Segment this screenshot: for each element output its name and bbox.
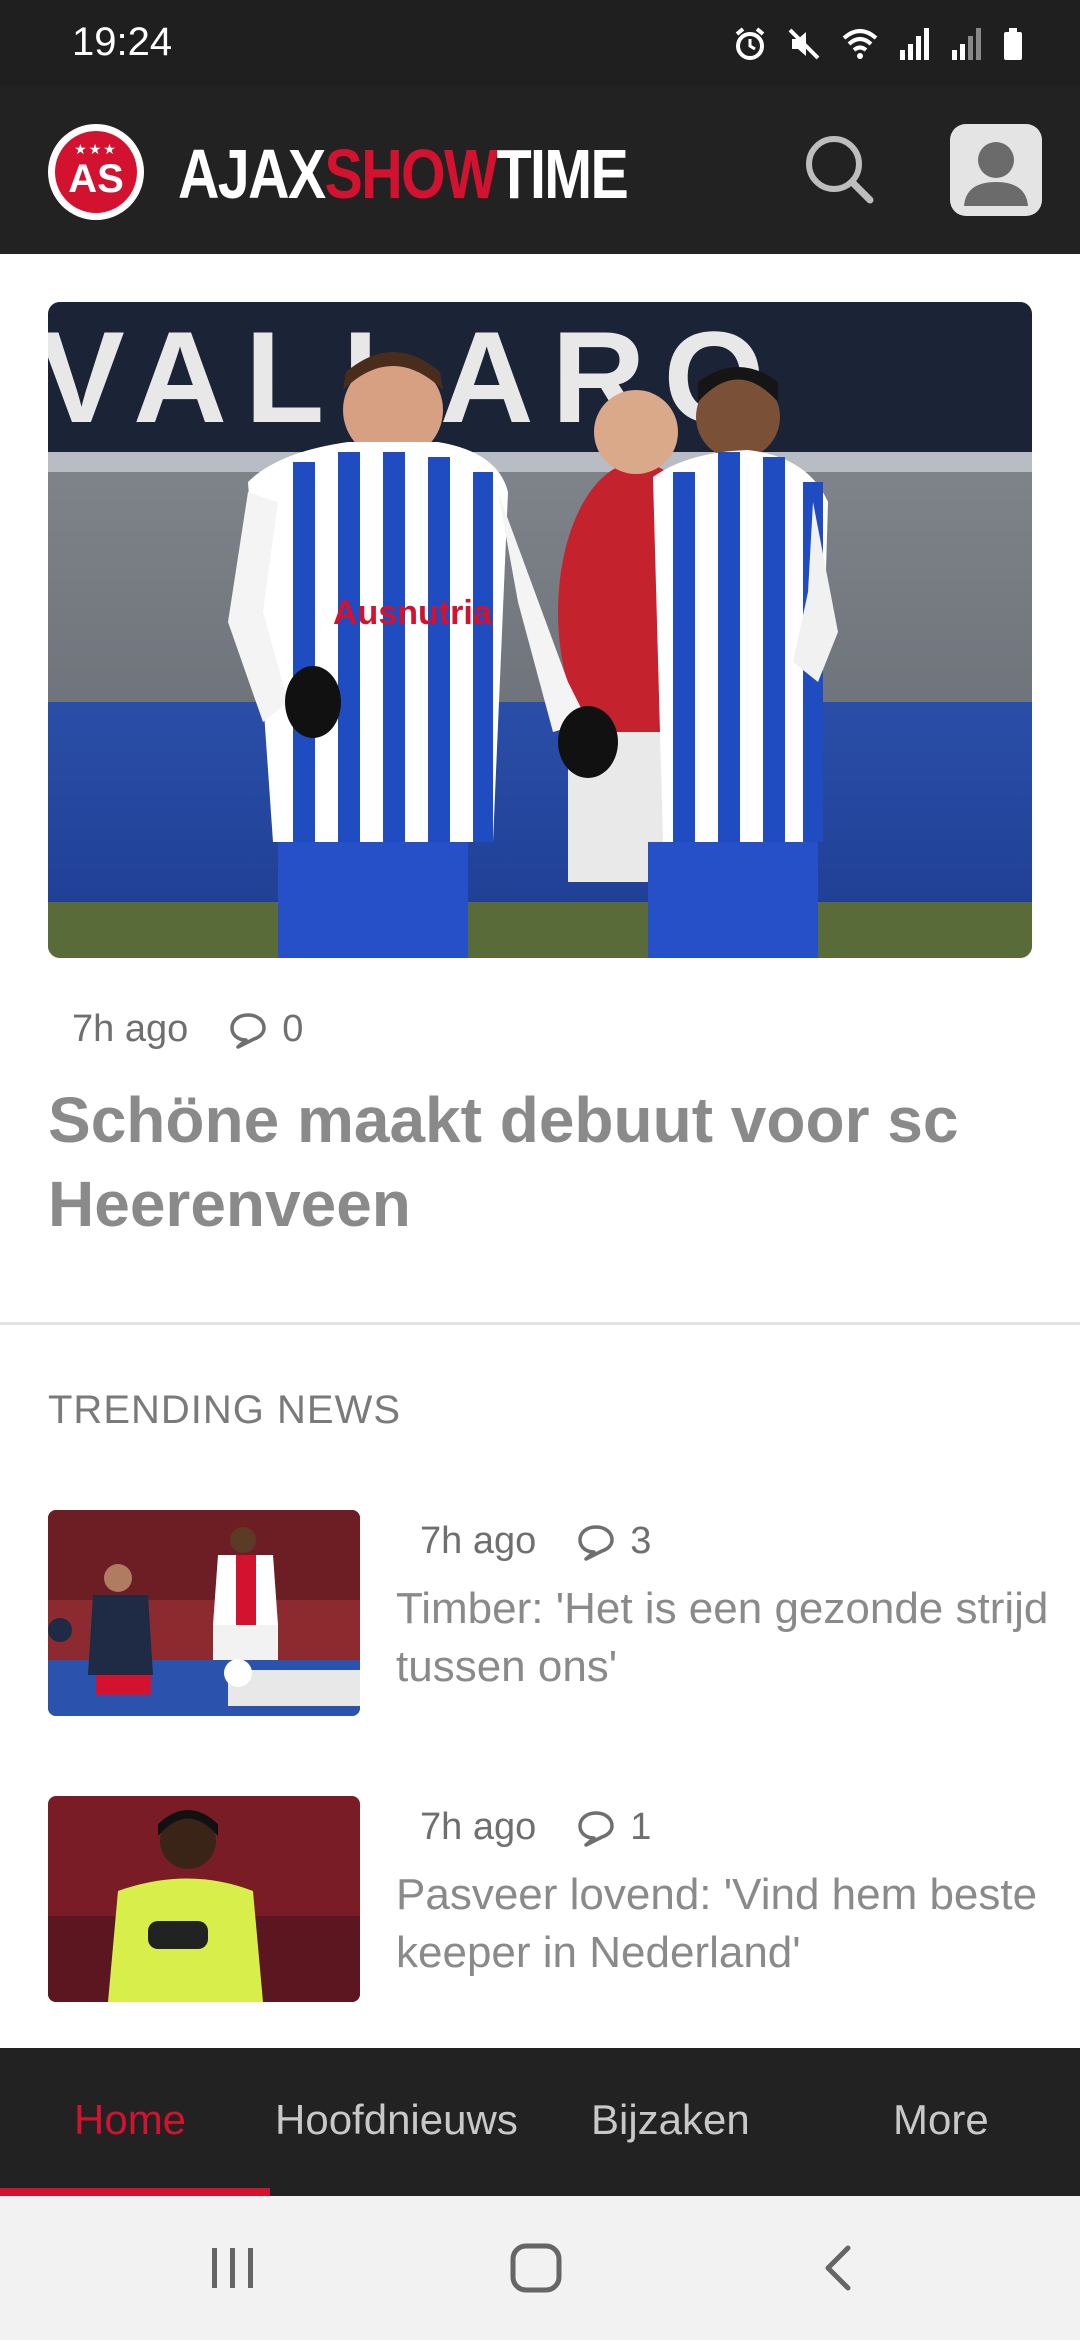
section-divider	[0, 1322, 1080, 1325]
status-time: 19:24	[72, 20, 173, 64]
back-button[interactable]	[818, 2240, 858, 2301]
trending-time-ago: 7h ago	[420, 1520, 537, 1562]
hero-photo: VALLARO Ausnutria	[48, 302, 1032, 958]
back-icon	[825, 2245, 851, 2291]
brand-ajax: AJAX	[178, 135, 326, 213]
profile-avatar-button[interactable]	[950, 124, 1042, 216]
hero-comments[interactable]: 0	[228, 1008, 303, 1051]
trending-meta: 7h ago 3	[420, 1520, 651, 1563]
svg-text:Ausnutria: Ausnutria	[333, 594, 493, 632]
home-icon	[510, 2243, 562, 2293]
trending-comments[interactable]: 1	[576, 1806, 651, 1849]
logo-inner: ★★★ AS	[55, 131, 137, 213]
hero-time-ago: 7h ago	[72, 1008, 189, 1050]
tab-more[interactable]: More	[893, 2096, 989, 2144]
tab-hoofdnieuws[interactable]: Hoofdnieuws	[275, 2096, 518, 2144]
recents-button[interactable]	[208, 2240, 258, 2301]
trending-comment-count: 1	[630, 1806, 652, 1848]
trending-item[interactable]: 7h ago 1 Pasveer lovend: 'Vind hem beste…	[48, 1796, 1048, 2006]
signal-icon	[900, 28, 929, 60]
mute-icon	[788, 28, 820, 60]
logo-stars-icon: ★★★	[74, 141, 118, 157]
comment-icon	[578, 1810, 614, 1847]
search-button[interactable]	[800, 130, 880, 210]
ajax-logo[interactable]: ★★★ AS	[48, 124, 144, 220]
trending-time-ago: 7h ago	[420, 1806, 537, 1848]
wifi-icon	[842, 29, 878, 59]
hero-comment-count: 0	[282, 1008, 304, 1050]
trending-item[interactable]: 7h ago 3 Timber: 'Het is een gezonde str…	[48, 1510, 1048, 1720]
system-navigation-bar	[0, 2196, 1080, 2340]
brand-time: TIME	[496, 135, 629, 213]
trending-comments[interactable]: 3	[576, 1520, 651, 1563]
battery-icon	[1004, 28, 1022, 60]
thumbnail-photo	[48, 1510, 360, 1716]
bottom-navigation: Home Hoofdnieuws Bijzaken More	[0, 2048, 1080, 2196]
comment-icon	[230, 1012, 266, 1049]
user-icon	[964, 142, 1028, 206]
trending-thumbnail[interactable]	[48, 1510, 360, 1716]
trending-title[interactable]: Pasveer lovend: 'Vind hem beste keeper i…	[396, 1866, 1056, 1982]
app-header: ★★★ AS AJAXSHOWTIME	[0, 86, 1080, 254]
status-bar: 19:24	[0, 0, 1080, 86]
comment-icon	[578, 1524, 614, 1561]
trending-title[interactable]: Timber: 'Het is een gezonde strijd tusse…	[396, 1580, 1056, 1696]
active-tab-indicator	[0, 2188, 270, 2196]
trending-meta: 7h ago 1	[420, 1806, 651, 1849]
signal-icon-2	[952, 28, 981, 60]
trending-comment-count: 3	[630, 1520, 652, 1562]
hero-article-title[interactable]: Schöne maakt debuut voor sc Heerenveen	[48, 1078, 1038, 1246]
trending-news-heading: TRENDING NEWS	[48, 1388, 401, 1432]
status-icons	[732, 22, 1024, 66]
logo-text: AS	[68, 157, 124, 201]
trending-thumbnail[interactable]	[48, 1796, 360, 2002]
hero-meta: 7h ago 0	[72, 1008, 303, 1051]
hero-article-image[interactable]: VALLARO Ausnutria	[48, 302, 1032, 958]
tab-bijzaken[interactable]: Bijzaken	[591, 2096, 750, 2144]
alarm-icon	[735, 27, 765, 60]
search-icon	[806, 136, 874, 204]
thumbnail-photo	[48, 1796, 360, 2002]
brand-wordmark[interactable]: AJAXSHOWTIME	[178, 135, 629, 213]
home-button[interactable]	[508, 2240, 564, 2301]
tab-home[interactable]: Home	[74, 2096, 186, 2144]
brand-show: SHOW	[324, 135, 499, 213]
recents-icon	[212, 2248, 253, 2288]
